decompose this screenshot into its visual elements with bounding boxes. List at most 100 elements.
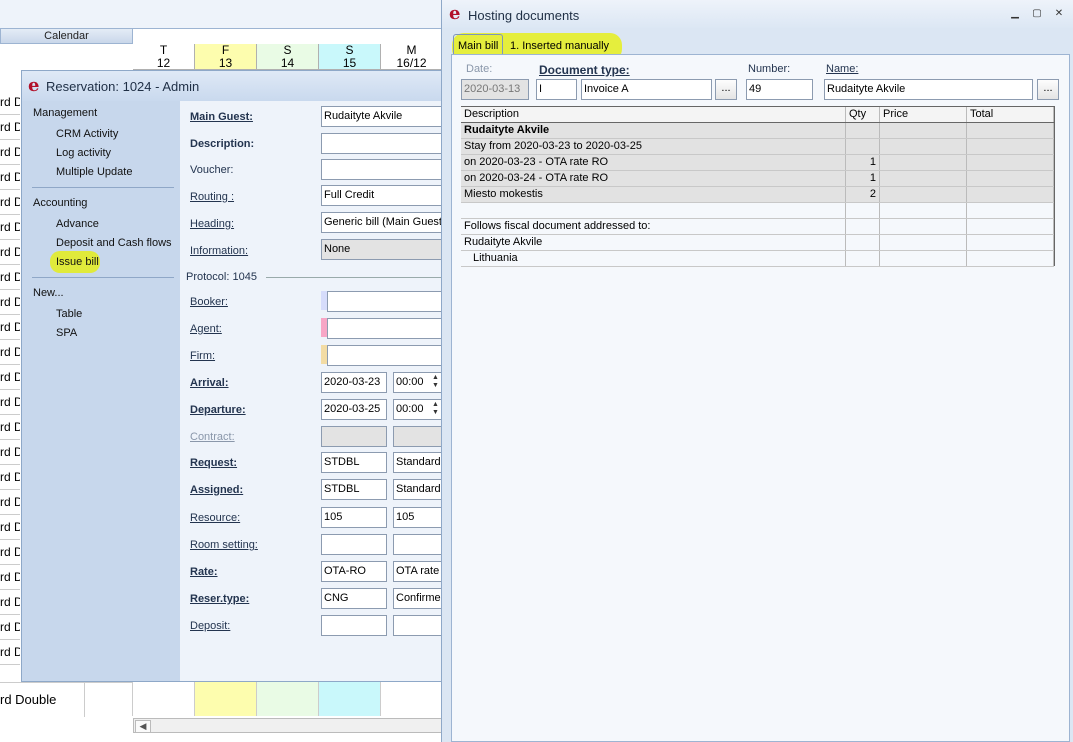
assigned-name-field[interactable]: Standard: [393, 479, 445, 500]
departure-date-field[interactable]: 2020-03-25: [321, 399, 387, 420]
departure-time-field[interactable]: 00:00 ▲ ▼: [393, 399, 445, 420]
name-field[interactable]: Rudaityte Akvile: [824, 79, 1033, 100]
rate-code-field[interactable]: OTA-RO: [321, 561, 387, 582]
voucher-label: Voucher:: [190, 164, 234, 176]
sidebar-item-log-activity[interactable]: Log activity: [56, 147, 111, 159]
sidebar-item-crm-activity[interactable]: CRM Activity: [56, 128, 118, 140]
booker-label[interactable]: Booker:: [190, 296, 228, 308]
routing-field[interactable]: Full Credit: [321, 185, 445, 206]
calendar-cell[interactable]: [319, 682, 381, 716]
rate-name-field[interactable]: OTA rate: [393, 561, 445, 582]
calendar-row-label: rd D: [0, 415, 20, 440]
day-number: 14: [280, 56, 295, 70]
document-type-code-field[interactable]: I: [536, 79, 577, 100]
table-row[interactable]: Rudaityte Akvile: [461, 235, 1054, 251]
table-row[interactable]: on 2020-03-24 - OTA rate RO 1: [461, 171, 1054, 187]
sidebar-item-table[interactable]: Table: [56, 308, 82, 320]
arrival-date-field[interactable]: 2020-03-23: [321, 372, 387, 393]
tab-main-bill[interactable]: Main bill: [453, 34, 503, 56]
reservation-titlebar[interactable]: e Reservation: 1024 - Admin: [22, 71, 446, 101]
room-setting-name-field[interactable]: [393, 534, 445, 555]
assigned-label[interactable]: Assigned:: [190, 484, 243, 496]
table-row[interactable]: Rudaityte Akvile: [461, 123, 1054, 139]
deposit-name-field[interactable]: [393, 615, 445, 636]
calendar-day-header[interactable]: S 14: [257, 44, 319, 70]
information-field[interactable]: None: [321, 239, 445, 260]
calendar-cell[interactable]: [133, 682, 195, 716]
request-label[interactable]: Request:: [190, 457, 237, 469]
document-type-lookup-button[interactable]: ...: [715, 79, 737, 100]
booker-field[interactable]: [327, 291, 445, 312]
name-lookup-button[interactable]: ...: [1037, 79, 1059, 100]
minimize-icon[interactable]: ▁: [1007, 7, 1023, 21]
hosting-titlebar[interactable]: e Hosting documents ▁ ▢ ✕: [442, 0, 1073, 28]
cell-total: [967, 219, 1054, 234]
calendar-day-header[interactable]: S 15: [319, 44, 381, 70]
arrival-time-field[interactable]: 00:00 ▲ ▼: [393, 372, 445, 393]
table-row[interactable]: on 2020-03-23 - OTA rate RO 1: [461, 155, 1054, 171]
reser-type-code-field[interactable]: CNG: [321, 588, 387, 609]
information-label[interactable]: Information:: [190, 245, 248, 257]
resource-name-field[interactable]: 105: [393, 507, 445, 528]
sidebar-item-deposit-cash-flows[interactable]: Deposit and Cash flows: [56, 237, 172, 249]
calendar-h-scrollbar[interactable]: ◀: [133, 718, 445, 733]
table-row[interactable]: [461, 203, 1054, 219]
calendar-day-header[interactable]: M 16/12: [381, 44, 443, 70]
heading-field[interactable]: Generic bill (Main Guest): [321, 212, 445, 233]
rate-label[interactable]: Rate:: [190, 566, 218, 578]
request-code-field[interactable]: STDBL: [321, 452, 387, 473]
calendar-row-label: rd D: [0, 590, 20, 615]
column-header-description[interactable]: Description: [461, 107, 846, 122]
voucher-field[interactable]: [321, 159, 445, 180]
request-name-field[interactable]: Standard: [393, 452, 445, 473]
scroll-left-icon[interactable]: ◀: [135, 720, 151, 733]
table-row[interactable]: Miesto mokestis 2: [461, 187, 1054, 203]
sidebar-item-spa[interactable]: SPA: [56, 327, 77, 339]
close-icon[interactable]: ✕: [1051, 7, 1067, 21]
calendar-cell[interactable]: [84, 682, 133, 716]
room-setting-code-field[interactable]: [321, 534, 387, 555]
reser-type-name-field[interactable]: Confirmed: [393, 588, 445, 609]
name-label[interactable]: Name:: [826, 63, 858, 75]
heading-label[interactable]: Heading:: [190, 218, 234, 230]
main-guest-field[interactable]: Rudaityte Akvile: [321, 106, 445, 127]
table-row[interactable]: Lithuania: [461, 251, 1054, 267]
arrival-label[interactable]: Arrival:: [190, 377, 229, 389]
document-type-name-field[interactable]: Invoice A: [581, 79, 712, 100]
maximize-icon[interactable]: ▢: [1029, 7, 1045, 21]
deposit-label[interactable]: Deposit:: [190, 620, 230, 632]
resource-code-field[interactable]: 105: [321, 507, 387, 528]
calendar-day-header[interactable]: F 13: [195, 44, 257, 70]
departure-label[interactable]: Departure:: [190, 404, 246, 416]
sidebar-item-advance[interactable]: Advance: [56, 218, 99, 230]
room-setting-label[interactable]: Room setting:: [190, 539, 258, 551]
sidebar-item-multiple-update[interactable]: Multiple Update: [56, 166, 132, 178]
calendar-day-header[interactable]: T 12: [133, 44, 195, 70]
cell-total: [967, 251, 1054, 266]
calendar-cell[interactable]: [257, 682, 319, 716]
deposit-code-field[interactable]: [321, 615, 387, 636]
resource-label[interactable]: Resource:: [190, 512, 240, 524]
document-type-label[interactable]: Document type:: [539, 63, 630, 77]
column-header-total[interactable]: Total: [967, 107, 1054, 122]
column-header-price[interactable]: Price: [880, 107, 967, 122]
sidebar-heading-new[interactable]: New...: [33, 287, 64, 299]
sidebar-item-issue-bill[interactable]: Issue bill: [56, 256, 99, 268]
firm-label[interactable]: Firm:: [190, 350, 215, 362]
number-field[interactable]: 49: [746, 79, 813, 100]
routing-label[interactable]: Routing :: [190, 191, 234, 203]
table-row[interactable]: Follows fiscal document addressed to:: [461, 219, 1054, 235]
table-row[interactable]: Stay from 2020-03-23 to 2020-03-25: [461, 139, 1054, 155]
calendar-cell[interactable]: [195, 682, 257, 716]
column-header-qty[interactable]: Qty: [846, 107, 880, 122]
agent-label[interactable]: Agent:: [190, 323, 222, 335]
reser-type-label[interactable]: Reser.type:: [190, 593, 249, 605]
description-field[interactable]: [321, 133, 445, 154]
cell-total: [967, 235, 1054, 250]
firm-field[interactable]: [327, 345, 445, 366]
departure-time-spinner-icon[interactable]: ▲ ▼: [432, 401, 439, 417]
assigned-code-field[interactable]: STDBL: [321, 479, 387, 500]
agent-field[interactable]: [327, 318, 445, 339]
arrival-time-spinner-icon[interactable]: ▲ ▼: [432, 374, 439, 390]
calendar-cell[interactable]: [381, 682, 443, 716]
